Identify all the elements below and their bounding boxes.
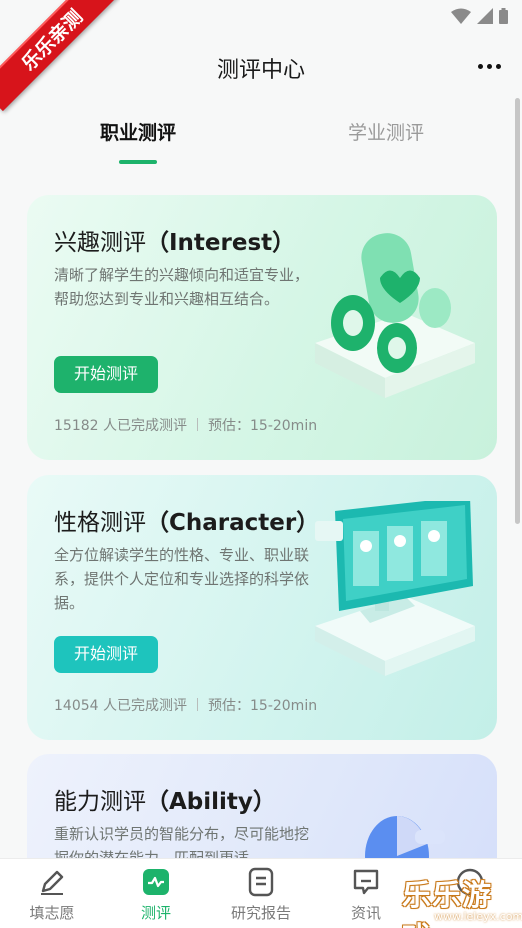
card-meta: 15182 人已完成测评 预估：15-20min [54,415,317,435]
nav-label: 测评 [140,904,171,922]
card-title: 兴趣测评（Interest） [54,223,295,257]
status-icons [451,8,508,24]
start-character-assessment-button[interactable]: 开始测评 [54,636,158,673]
watermark-url: www.leleyx.com [434,910,522,923]
card-description: 全方位解读学生的性格、专业、职业联系，提供个人定位和专业选择的科学依据。 [54,546,310,612]
site-watermark: 乐乐游戏 www.leleyx.com [400,872,522,928]
nav-research-report[interactable]: 研究报告 [209,859,313,928]
card-title-cn: 能力测评 [54,789,146,815]
heart-gear-illustration-icon [315,233,475,398]
completed-count: 15182 人已完成测评 [54,418,187,434]
message-icon [353,869,379,895]
card-meta: 14054 人已完成测评 预估：15-20min [54,695,317,715]
nav-fill-application[interactable]: 填志愿 [0,859,104,928]
card-title-en: （Ability） [146,789,276,815]
completed-count: 14054 人已完成测评 [54,698,187,714]
monitor-profiles-illustration-icon [315,501,475,676]
scrollbar[interactable] [515,98,520,524]
card-title-en: （Interest） [146,230,296,256]
nav-label: 研究报告 [230,904,291,922]
signal-icon [477,8,493,24]
tab-academic-assessment[interactable]: 学业测评 [296,118,476,145]
active-tab-indicator [119,160,157,164]
ribbon-label: 乐乐亲测 [0,0,120,112]
card-title-en: （Character） [146,510,320,536]
time-estimate: 预估：15-20min [208,698,318,714]
time-estimate: 预估：15-20min [208,418,318,434]
card-title: 能力测评（Ability） [54,782,276,816]
wifi-icon [451,8,471,24]
start-interest-assessment-button[interactable]: 开始测评 [54,356,158,393]
interest-assessment-card[interactable]: 兴趣测评（Interest） 清晰了解学生的兴趣倾向和适宜专业，帮助您达到专业和… [27,195,497,460]
battery-icon [499,8,508,24]
report-icon [248,867,274,897]
more-dots-icon[interactable] [478,60,504,72]
pen-icon [41,870,64,895]
meta-divider [197,418,198,431]
assessment-icon [143,869,169,895]
meta-divider [197,698,198,711]
tab-career-assessment[interactable]: 职业测评 [48,118,228,145]
nav-label: 填志愿 [29,904,75,922]
corner-ribbon: 乐乐亲测 [0,0,120,120]
nav-assessment[interactable]: 测评 [104,859,208,928]
card-title-cn: 兴趣测评 [54,230,146,256]
character-assessment-card[interactable]: 性格测评（Character） 全方位解读学生的性格、专业、职业联系，提供个人定… [27,475,497,740]
card-title: 性格测评（Character） [54,503,319,537]
card-title-cn: 性格测评 [54,510,146,536]
card-description: 清晰了解学生的兴趣倾向和适宜专业，帮助您达到专业和兴趣相互结合。 [54,266,310,308]
